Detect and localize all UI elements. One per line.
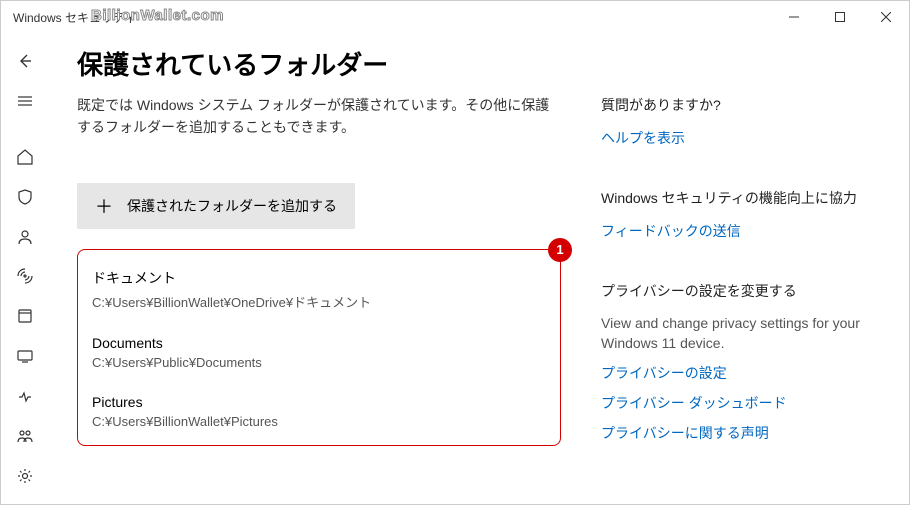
sidebar [1, 33, 49, 504]
protected-folders-box: 1 ドキュメント C:¥Users¥BillionWallet¥OneDrive… [77, 249, 561, 446]
add-folder-label: 保護されたフォルダーを追加する [127, 196, 337, 216]
minimize-button[interactable] [771, 1, 817, 33]
menu-button[interactable] [5, 81, 45, 121]
add-folder-button[interactable]: ＋ 保護されたフォルダーを追加する [77, 183, 355, 229]
help-heading: 質問がありますか? [601, 95, 881, 116]
back-button[interactable] [5, 41, 45, 81]
family-icon[interactable] [5, 416, 45, 456]
folder-title: Documents [92, 335, 546, 351]
folder-item[interactable]: Pictures C:¥Users¥BillionWallet¥Pictures [92, 394, 546, 429]
privacy-section: プライバシーの設定を変更する View and change privacy s… [601, 281, 881, 443]
close-button[interactable] [863, 1, 909, 33]
shield-icon[interactable] [5, 177, 45, 217]
feedback-heading: Windows セキュリティの機能向上に協力 [601, 188, 881, 209]
folder-path: C:¥Users¥BillionWallet¥Pictures [92, 414, 546, 429]
folder-title: Pictures [92, 394, 546, 410]
privacy-heading: プライバシーの設定を変更する [601, 281, 881, 302]
privacy-text: View and change privacy settings for you… [601, 314, 881, 353]
folder-title: ドキュメント [92, 268, 546, 288]
folder-path: C:¥Users¥BillionWallet¥OneDrive¥ドキュメント [92, 292, 546, 311]
settings-icon[interactable] [5, 456, 45, 496]
plus-icon: ＋ [95, 193, 113, 219]
privacy-settings-link[interactable]: プライバシーの設定 [601, 363, 881, 383]
folder-path: C:¥Users¥Public¥Documents [92, 355, 546, 370]
home-icon[interactable] [5, 137, 45, 177]
firewall-icon[interactable] [5, 257, 45, 297]
maximize-button[interactable] [817, 1, 863, 33]
folder-item[interactable]: Documents C:¥Users¥Public¥Documents [92, 335, 546, 370]
privacy-dashboard-link[interactable]: プライバシー ダッシュボード [601, 393, 881, 413]
folder-item[interactable]: ドキュメント C:¥Users¥BillionWallet¥OneDrive¥ド… [92, 268, 546, 311]
page-description: 既定では Windows システム フォルダーが保護されています。その他に保護す… [77, 94, 561, 139]
device-icon[interactable] [5, 336, 45, 376]
watermark: BillionWallet.com [91, 7, 224, 24]
app-browser-icon[interactable] [5, 296, 45, 336]
page-title: 保護されているフォルダー [77, 45, 561, 82]
account-icon[interactable] [5, 217, 45, 257]
feedback-section: Windows セキュリティの機能向上に協力 フィードバックの送信 [601, 188, 881, 241]
help-section: 質問がありますか? ヘルプを表示 [601, 95, 881, 148]
annotation-badge: 1 [548, 238, 572, 262]
help-link[interactable]: ヘルプを表示 [601, 128, 881, 148]
privacy-statement-link[interactable]: プライバシーに関する声明 [601, 423, 881, 443]
performance-icon[interactable] [5, 376, 45, 416]
feedback-link[interactable]: フィードバックの送信 [601, 221, 881, 241]
title-bar: Windows セキュリティ BillionWallet.com [1, 1, 909, 33]
